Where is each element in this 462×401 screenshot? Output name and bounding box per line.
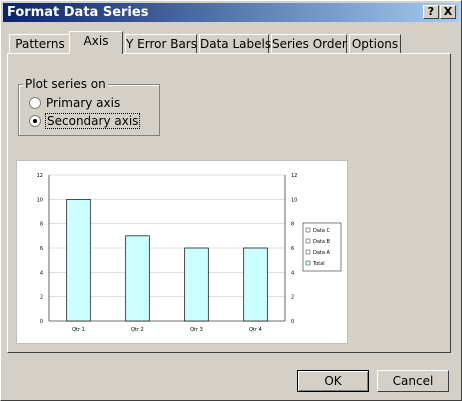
tab-options[interactable]: Options xyxy=(349,34,401,54)
tab-patterns[interactable]: Patterns xyxy=(9,34,71,54)
legend-entry: Data C xyxy=(313,228,331,234)
legend-swatch xyxy=(305,260,311,266)
plot-series-on-group: Plot series on Primary axis Secondary ax… xyxy=(18,77,160,136)
secondary-axis-label: Secondary axis xyxy=(44,113,141,129)
y-tick-label: 4 xyxy=(40,270,43,276)
tab-data-labels[interactable]: Data Labels xyxy=(199,34,271,54)
title-bar: Format Data Series ? X xyxy=(3,3,459,22)
bar xyxy=(66,198,91,322)
secondary-y-tick-label: 0 xyxy=(291,319,294,325)
x-tick-label: Qtr 4 xyxy=(249,327,262,333)
tab-y-error-bars[interactable]: Y Error Bars xyxy=(125,34,197,54)
bar xyxy=(243,247,268,322)
x-tick-label: Qtr 2 xyxy=(131,327,144,333)
preview-chart: 0 2 4 6 8 10 12 0 2 4 6 8 10 12 Qtr 1 Qtr 2 Qtr 3 Qtr 4 Da… xyxy=(37,173,342,333)
x-tick-label: Qtr 3 xyxy=(190,327,203,333)
secondary-axis-radio[interactable] xyxy=(29,115,41,127)
x-tick-label: Qtr 1 xyxy=(72,327,85,333)
secondary-y-tick-label: 12 xyxy=(291,173,297,179)
legend-entry: Data B xyxy=(313,239,331,245)
y-tick-label: 8 xyxy=(40,222,43,228)
ok-button[interactable]: OK xyxy=(297,370,369,392)
secondary-y-tick-label: 2 xyxy=(291,295,294,301)
tab-axis[interactable]: Axis xyxy=(69,31,123,54)
bar xyxy=(184,247,209,322)
secondary-y-tick-label: 6 xyxy=(291,246,294,252)
bar xyxy=(125,235,150,322)
secondary-y-tick-label: 4 xyxy=(291,270,294,276)
secondary-axis-option[interactable]: Secondary axis xyxy=(29,113,141,129)
y-tick-label: 6 xyxy=(40,246,43,252)
legend-entry: Data A xyxy=(313,250,331,256)
close-button[interactable]: X xyxy=(440,5,456,19)
help-button[interactable]: ? xyxy=(423,5,439,19)
legend-swatch xyxy=(305,238,311,244)
legend-swatch xyxy=(305,227,311,233)
secondary-y-tick-label: 8 xyxy=(291,222,294,228)
plot-series-on-label: Plot series on xyxy=(23,77,108,91)
y-tick-label: 2 xyxy=(40,295,43,301)
y-tick-label: 12 xyxy=(37,173,43,179)
primary-axis-option[interactable]: Primary axis xyxy=(29,95,120,111)
tab-series-order[interactable]: Series Order xyxy=(271,34,347,54)
legend-swatch xyxy=(305,249,311,255)
window-title: Format Data Series xyxy=(7,5,149,20)
primary-axis-label: Primary axis xyxy=(46,96,121,110)
y-tick-label: 10 xyxy=(37,197,43,203)
y-tick-label: 0 xyxy=(40,319,43,325)
axis-tab-panel: Plot series on Primary axis Secondary ax… xyxy=(7,53,451,353)
chart-preview: 0 2 4 6 8 10 12 0 2 4 6 8 10 12 Qtr 1 Qtr 2 Qtr 3 Qtr 4 Da… xyxy=(16,160,348,344)
secondary-y-tick-label: 10 xyxy=(291,197,297,203)
legend-entry: Total xyxy=(312,261,325,267)
cancel-button[interactable]: Cancel xyxy=(377,370,449,392)
format-data-series-dialog: Format Data Series ? X Patterns Axis Y E… xyxy=(0,0,462,401)
primary-axis-radio[interactable] xyxy=(29,97,41,109)
